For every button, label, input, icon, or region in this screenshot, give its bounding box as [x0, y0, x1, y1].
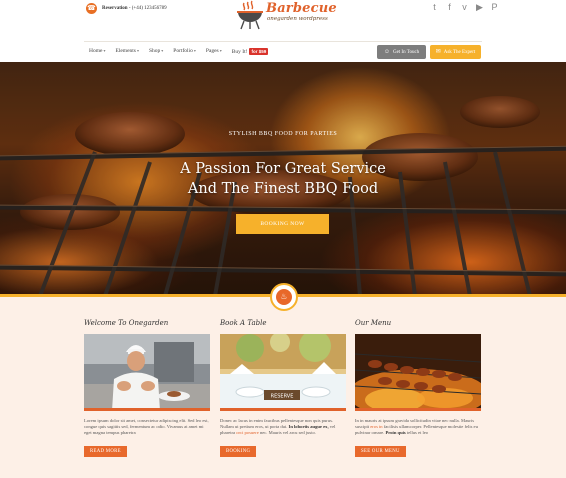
reservation-info: ☎ Reservation - (+44) 123456789: [86, 3, 167, 14]
twitter-icon[interactable]: t: [430, 3, 439, 12]
read-more-button[interactable]: READ MORE: [84, 445, 127, 457]
column-title: Welcome To Onegarden: [84, 319, 169, 327]
logo-subtitle: onegarden wordpress: [267, 16, 328, 22]
skewers-photo: [355, 334, 481, 411]
column-title: Book A Table: [220, 319, 267, 327]
nav-item-shop[interactable]: Shop▾: [149, 48, 163, 55]
nav-item-elements[interactable]: Elements▾: [115, 48, 138, 55]
chevron-down-icon: ▾: [136, 48, 139, 53]
column-text: Donec ac lacus in enim faucibus pellente…: [220, 418, 336, 436]
column-title: Our Menu: [355, 319, 392, 327]
chevron-down-icon: ▾: [219, 48, 222, 53]
top-bar: ☎ Reservation - (+44) 123456789 Barbecue…: [0, 0, 566, 40]
logo-title: Barbecue: [266, 1, 337, 16]
nav-item-buy[interactable]: Buy It! for $59: [232, 48, 269, 55]
pinterest-icon[interactable]: P: [490, 3, 499, 12]
chef-photo: [84, 334, 210, 411]
chevron-down-icon: ▾: [103, 48, 106, 53]
chat-icon: ✉: [435, 49, 441, 55]
youtube-icon[interactable]: ▶: [475, 3, 484, 12]
get-in-touch-button[interactable]: ☺ Get In Touch: [377, 45, 426, 59]
chevron-down-icon: ▾: [193, 48, 196, 53]
hero-title-line2: And The Finest BBQ Food: [187, 181, 379, 197]
nav-item-pages[interactable]: Pages▾: [206, 48, 222, 55]
column-text: In in mauris at ipsum gravida sollicitud…: [355, 418, 478, 436]
book-table-column: Book A Table RESERVE Donec ac lacus in e…: [220, 319, 346, 457]
booking-button[interactable]: BOOKING: [220, 445, 257, 457]
hero-banner: STYLISH BBQ FOOD FOR PARTIES A Passion F…: [0, 62, 566, 296]
vimeo-icon[interactable]: v: [460, 3, 469, 12]
svg-text:RESERVE: RESERVE: [271, 394, 294, 400]
facebook-icon[interactable]: f: [445, 3, 454, 12]
phone-icon: ☎: [86, 3, 97, 14]
social-links: t f v ▶ P: [430, 3, 499, 12]
reservation-label: Reservation: [102, 6, 128, 11]
price-badge: for $59: [249, 48, 269, 55]
column-text: Lorem ipsum dolor sit amet, consectetur …: [84, 418, 209, 436]
hero-kicker: STYLISH BBQ FOOD FOR PARTIES: [228, 131, 338, 137]
site-logo[interactable]: Barbecue onegarden wordpress: [234, 0, 344, 30]
nav-menu: Home▾ Elements▾ Shop▾ Portfolio▾ Pages▾ …: [89, 48, 278, 55]
grill-emblem: ♨: [270, 283, 298, 311]
table-photo: RESERVE: [220, 334, 346, 411]
see-our-menu-button[interactable]: SEE OUR MENU: [355, 445, 406, 457]
booking-now-button[interactable]: BOOKING NOW: [236, 214, 329, 234]
ask-expert-button[interactable]: ✉ Ask The Expert: [430, 45, 481, 59]
grill-logo-icon: [237, 0, 263, 30]
grill-icon: ♨: [276, 289, 292, 305]
nav-item-portfolio[interactable]: Portfolio▾: [173, 48, 196, 55]
menu-column: Our Menu In in mauris at ipsum gravida s…: [355, 319, 481, 457]
nav-item-home[interactable]: Home▾: [89, 48, 105, 55]
hero-title: A Passion For Great Service And The Fine…: [0, 159, 566, 199]
reservation-phone: - (+44) 123456789: [128, 6, 167, 11]
hero-title-line1: A Passion For Great Service: [180, 161, 386, 177]
content-section: Welcome To Onegarden Lorem ipsum dolor s…: [0, 297, 566, 478]
chevron-down-icon: ▾: [161, 48, 164, 53]
welcome-column: Welcome To Onegarden Lorem ipsum dolor s…: [84, 319, 210, 457]
main-nav: Home▾ Elements▾ Shop▾ Portfolio▾ Pages▾ …: [84, 41, 482, 61]
user-icon: ☺: [383, 49, 390, 55]
